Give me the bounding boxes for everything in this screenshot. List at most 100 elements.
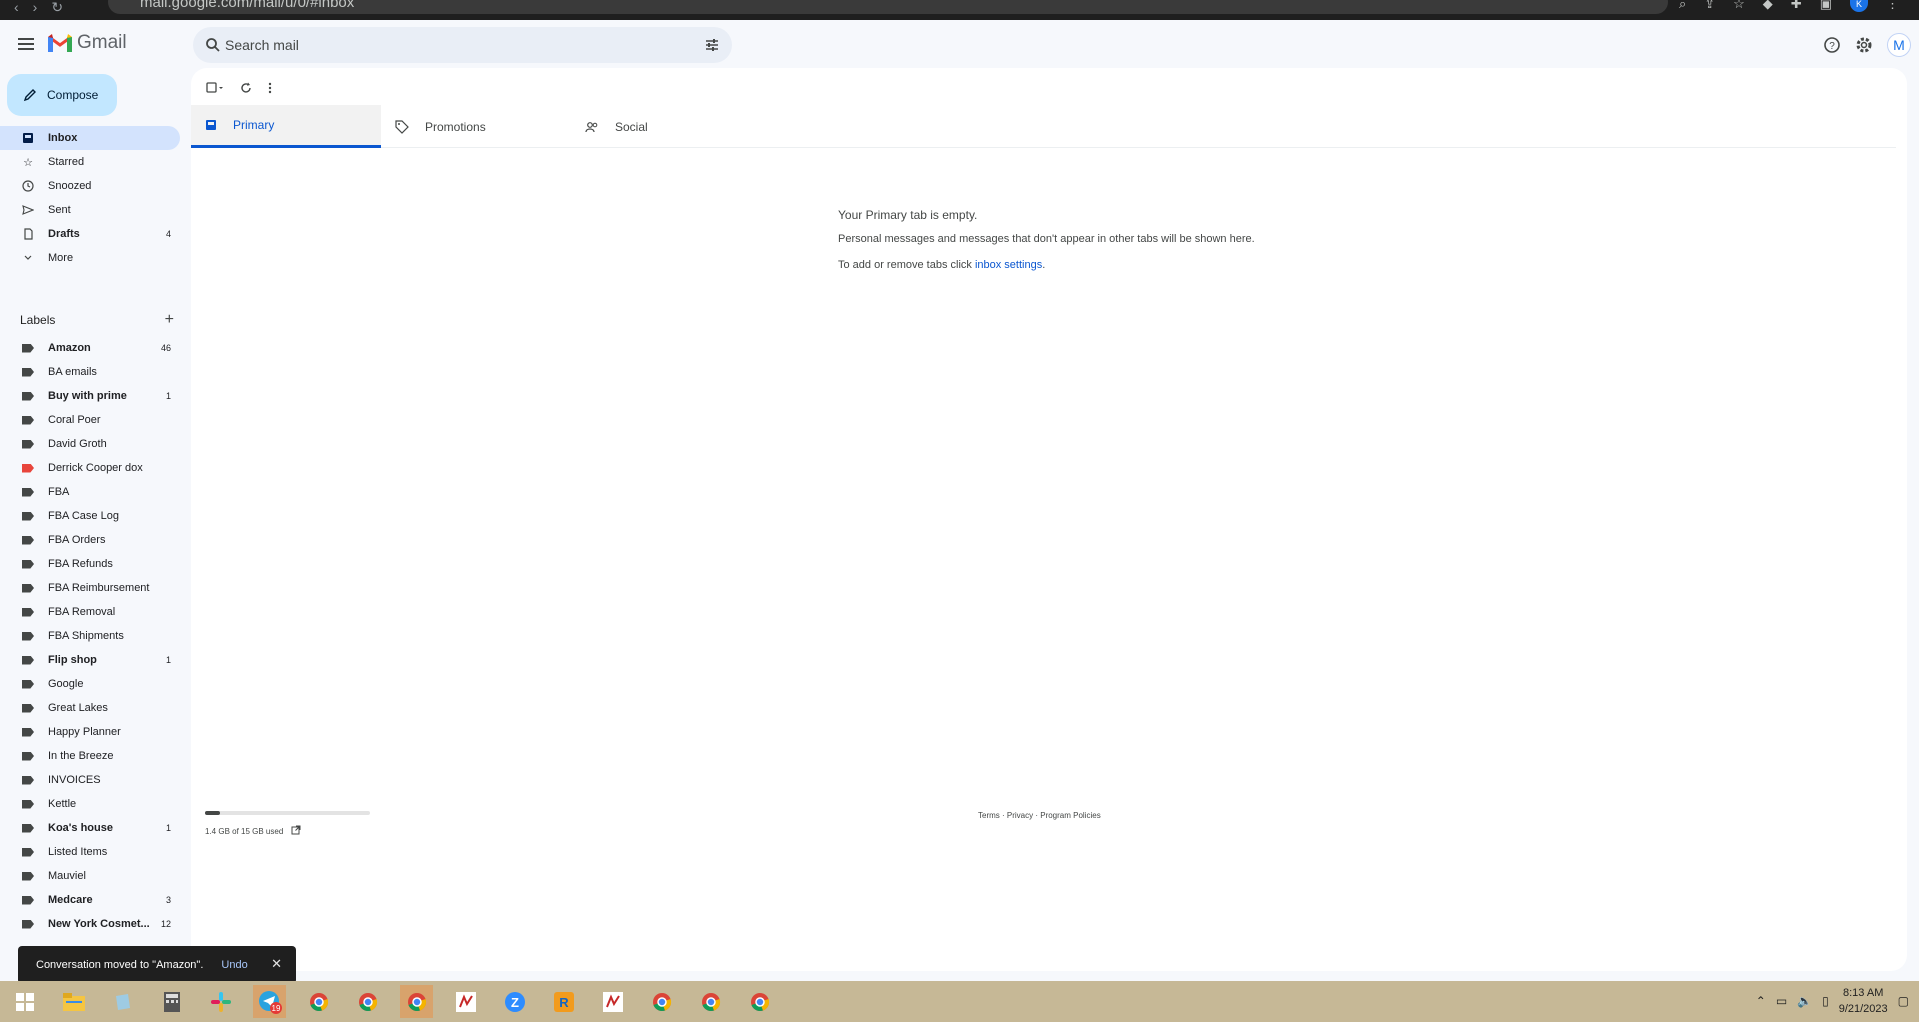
label-item-great-lakes[interactable]: Great Lakes [0, 696, 180, 720]
r-app-icon[interactable]: R [547, 985, 580, 1018]
chrome-3-icon[interactable] [694, 985, 727, 1018]
label-name: Listed Items [48, 846, 108, 858]
label-item-kettle[interactable]: Kettle [0, 792, 180, 816]
label-item-derrick-cooper-dox[interactable]: Derrick Cooper dox [0, 456, 180, 480]
sidebar-item-snoozed[interactable]: Snoozed [0, 174, 180, 198]
chrome-icon[interactable] [302, 985, 335, 1018]
tray-chevron-up-icon[interactable]: ⌃ [1756, 994, 1766, 1008]
network-icon[interactable]: ▯ [1822, 994, 1829, 1008]
zoom-icon[interactable]: ⌕ [1679, 0, 1686, 12]
browser-profile-avatar[interactable]: K [1850, 0, 1868, 12]
office-app-icon[interactable] [449, 985, 482, 1018]
search-bar[interactable] [193, 27, 732, 63]
telegram-icon[interactable]: 19 [253, 985, 286, 1018]
label-item-invoices[interactable]: INVOICES [0, 768, 180, 792]
label-item-fba-orders[interactable]: FBA Orders [0, 528, 180, 552]
sidebar-item-inbox[interactable]: Inbox [0, 126, 180, 150]
open-external-icon[interactable] [291, 825, 301, 837]
label-item-fba-case-log[interactable]: FBA Case Log [0, 504, 180, 528]
sidebar-item-label: Inbox [48, 132, 78, 144]
label-item-happy-planner[interactable]: Happy Planner [0, 720, 180, 744]
windows-start-icon[interactable] [8, 985, 41, 1018]
label-item-in-the-breeze[interactable]: In the Breeze [0, 744, 180, 768]
label-item-ba-emails[interactable]: BA emails [0, 360, 180, 384]
chrome-4-icon[interactable] [743, 985, 776, 1018]
clock-time: 8:13 AM [1843, 987, 1884, 999]
sidebar-item-sent[interactable]: Sent [0, 198, 180, 222]
label-item-fba-removal[interactable]: FBA Removal [0, 600, 180, 624]
meet-now-icon[interactable]: ▭ [1776, 994, 1787, 1008]
refresh-icon[interactable] [240, 82, 252, 97]
storage-text[interactable]: 1.4 GB of 15 GB used [205, 827, 283, 836]
tab-social[interactable]: Social [585, 105, 765, 148]
label-name: FBA Refunds [48, 558, 113, 570]
sidebar-item-drafts[interactable]: Drafts 4 [0, 222, 180, 246]
label-item-buy-with-prime[interactable]: Buy with prime 1 [0, 384, 180, 408]
select-checkbox-icon[interactable] [206, 82, 224, 97]
label-item-koas-house[interactable]: Koa's house 1 [0, 816, 180, 840]
account-avatar[interactable]: M [1887, 33, 1911, 57]
gmail-logo[interactable]: Gmail [48, 32, 127, 54]
label-count: 1 [165, 391, 171, 401]
search-input[interactable] [225, 27, 665, 63]
label-item-google[interactable]: Google [0, 672, 180, 696]
label-item-david-groth[interactable]: David Groth [0, 432, 180, 456]
sidebar-item-more[interactable]: More [0, 246, 180, 270]
label-item-fba-reimbursement[interactable]: FBA Reimbursement [0, 576, 180, 600]
compose-button[interactable]: Compose [7, 74, 117, 116]
privacy-link[interactable]: Privacy [1007, 811, 1033, 820]
label-name: Mauviel [48, 870, 86, 882]
label-item-amazon[interactable]: Amazon 46 [0, 336, 180, 360]
volume-icon[interactable]: 🔈 [1797, 994, 1812, 1008]
address-bar[interactable]: mail.google.com/mail/u/0/#inbox [108, 0, 1668, 14]
browser-nav-buttons[interactable]: ‹›↻ [14, 0, 77, 14]
label-item-listed-items[interactable]: Listed Items [0, 840, 180, 864]
inbox-settings-link[interactable]: inbox settings [975, 259, 1042, 271]
more-vert-icon[interactable] [268, 82, 272, 97]
label-item-mauviel[interactable]: Mauviel [0, 864, 180, 888]
add-label-plus-icon[interactable]: + [165, 311, 174, 329]
extension-icon[interactable]: ◆ [1763, 0, 1773, 12]
program-policies-link[interactable]: Program Policies [1040, 811, 1100, 820]
chrome-active-icon[interactable] [400, 985, 433, 1018]
notepad-icon[interactable] [106, 985, 139, 1018]
label-item-medcare[interactable]: Medcare 3 [0, 888, 180, 912]
notifications-icon[interactable]: ▢ [1898, 994, 1909, 1008]
browser-menu-icon[interactable]: ⋮ [1886, 0, 1899, 12]
label-item-fba-refunds[interactable]: FBA Refunds [0, 552, 180, 576]
help-icon[interactable]: ? [1823, 36, 1841, 54]
zoom-app-icon[interactable]: Z [498, 985, 531, 1018]
chrome-profile-icon[interactable] [351, 985, 384, 1018]
undo-button[interactable]: Undo [221, 959, 247, 971]
label-name: David Groth [48, 438, 107, 450]
office-app-2-icon[interactable] [596, 985, 629, 1018]
label-count: 3 [165, 895, 171, 905]
puzzle-icon[interactable]: ✚ [1791, 0, 1802, 12]
close-icon[interactable]: ✕ [271, 956, 282, 972]
label-item-fba-shipments[interactable]: FBA Shipments [0, 624, 180, 648]
label-icon [22, 919, 34, 929]
label-item-fba[interactable]: FBA [0, 480, 180, 504]
search-icon[interactable] [205, 37, 221, 53]
share-icon[interactable]: ⇪ [1704, 0, 1715, 12]
sidepanel-icon[interactable]: ▣ [1820, 0, 1832, 12]
sidebar-item-label: Sent [48, 204, 71, 216]
terms-link[interactable]: Terms [978, 811, 1000, 820]
bookmark-star-icon[interactable]: ☆ [1733, 0, 1745, 12]
search-options-icon[interactable] [704, 37, 720, 53]
tab-promotions[interactable]: Promotions [395, 105, 575, 148]
label-icon [22, 415, 34, 425]
sidebar-item-starred[interactable]: ☆ Starred [0, 150, 180, 174]
empty-state: Your Primary tab is empty. Personal mess… [838, 207, 1258, 283]
tab-primary[interactable]: Primary [191, 105, 381, 148]
slack-icon[interactable] [204, 985, 237, 1018]
label-item-coral-poer[interactable]: Coral Poer [0, 408, 180, 432]
settings-gear-icon[interactable] [1855, 36, 1873, 54]
calculator-icon[interactable] [155, 985, 188, 1018]
label-item-new-york-cosmetics[interactable]: New York Cosmet... 12 [0, 912, 180, 936]
taskbar-clock[interactable]: 8:13 AM 9/21/2023 [1839, 985, 1888, 1017]
file-explorer-icon[interactable] [57, 985, 90, 1018]
chrome-2-icon[interactable] [645, 985, 678, 1018]
label-item-flip-shop[interactable]: Flip shop 1 [0, 648, 180, 672]
main-menu-button[interactable] [16, 36, 36, 52]
